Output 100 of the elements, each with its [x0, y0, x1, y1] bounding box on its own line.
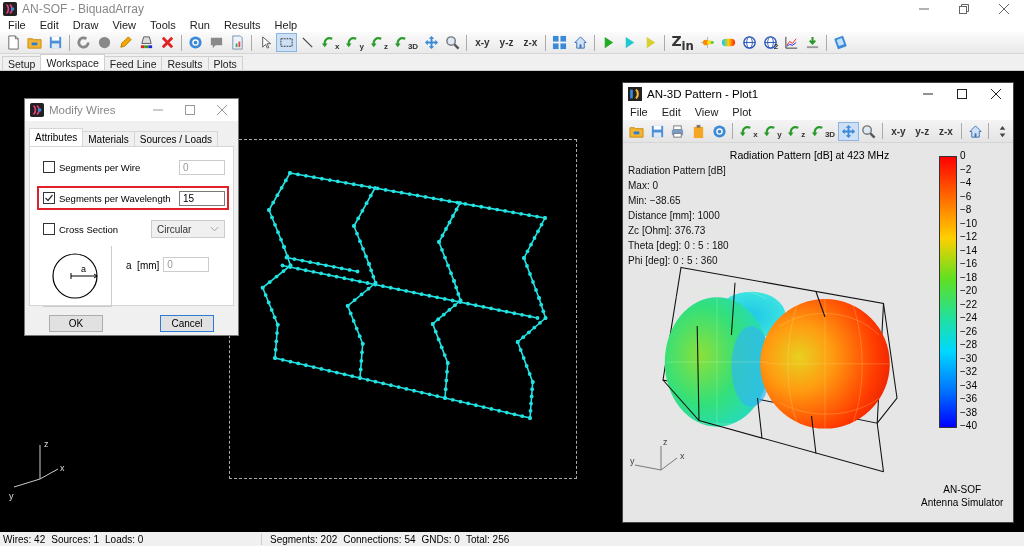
radius-label: a [81, 264, 86, 274]
menu-item[interactable]: Tools [143, 19, 183, 31]
scale-tick-label: −14 [959, 244, 977, 257]
menu-item[interactable]: File [623, 106, 655, 118]
info-text: Min: −38.65 [628, 194, 682, 208]
rotate-button[interactable]: y [760, 121, 785, 141]
window-title: AN-SOF - BiquadArray [22, 2, 145, 16]
chart-title: Radiation Pattern [dB] at 423 MHz [728, 149, 891, 161]
scale-tick-label: −28 [959, 339, 977, 351]
chart-icon [784, 35, 800, 50]
globe-icon [741, 35, 757, 50]
tab[interactable]: Materials [82, 131, 135, 146]
menu-item[interactable]: Help [267, 19, 305, 31]
app-logo-icon [628, 86, 642, 101]
save-icon [649, 123, 665, 139]
app-logo-icon [3, 2, 17, 16]
scale-tick-label: 0 [959, 150, 967, 162]
menu-item[interactable]: Run [182, 19, 217, 31]
checkbox[interactable] [43, 223, 55, 235]
view-button[interactable]: y-z [494, 33, 519, 52]
tab[interactable]: Attributes [29, 128, 84, 146]
tab[interactable]: Workspace [40, 54, 105, 70]
scale-tick-label: −12 [959, 231, 977, 243]
settings-icon [711, 123, 727, 139]
dropdown[interactable]: Circular [151, 220, 225, 238]
scale-tick-label: −36 [959, 393, 977, 405]
info-text: Phi [deg]: 0 : 5 : 360 [628, 254, 719, 268]
tab[interactable]: Setup [2, 56, 42, 70]
scale-tick-label: −2 [959, 163, 973, 176]
status-text: Segments: 202 [270, 533, 338, 545]
view-button[interactable]: z-x [518, 33, 543, 52]
line-icon [300, 35, 315, 50]
rotate-button[interactable]: z [784, 121, 809, 141]
scale-tick-label: −6 [959, 190, 973, 203]
info-text: Distance [mm]: 1000 [628, 209, 721, 223]
magnifier-icon [861, 123, 877, 139]
folder-icon [27, 35, 42, 50]
scale-tick-label: −8 [959, 204, 973, 216]
scale-tick-label: −22 [959, 298, 977, 311]
grid-icon [552, 35, 568, 50]
report-icon [230, 35, 245, 50]
scale-tick-label: −26 [959, 325, 977, 338]
checkbox-label: Segments per Wavelength [59, 192, 172, 204]
tab[interactable]: Plots [207, 56, 243, 70]
maximize-icon [957, 88, 967, 99]
menu-item[interactable]: Draw [65, 19, 106, 31]
selection-rectangle-icon [279, 35, 294, 50]
pencil-icon [118, 35, 133, 50]
rotate-button[interactable]: 3D [390, 33, 422, 52]
menu-item[interactable]: Edit [32, 19, 66, 31]
menu-item[interactable]: File [1, 19, 33, 31]
menu-item[interactable]: Plot [725, 106, 759, 118]
scale-tick-label: −38 [959, 406, 977, 419]
status-text: GNDs: 0 [421, 533, 460, 545]
rotate-button[interactable]: x [736, 121, 761, 141]
info-text: Theta [deg]: 0 : 5 : 180 [628, 239, 730, 253]
home-icon [967, 123, 983, 139]
scale-tick-label: −40 [959, 420, 977, 432]
speech-bubble-icon [209, 35, 224, 50]
scale-tick-label: −24 [959, 312, 977, 324]
scale-tick-label: −4 [959, 177, 973, 189]
view-button[interactable]: x-y [886, 121, 911, 141]
help-book-icon [833, 35, 849, 50]
move-icon [840, 123, 856, 139]
footer-text: Antenna Simulator [921, 497, 1004, 508]
input-field[interactable]: 15 [179, 190, 225, 206]
scale-tick-label: −10 [959, 217, 977, 230]
scale-tick-label: −30 [959, 352, 977, 365]
tab[interactable]: Feed Line [103, 56, 163, 70]
tab[interactable]: Results [161, 56, 209, 70]
axis-label: z [663, 437, 668, 447]
view-button[interactable]: y-z [910, 121, 935, 141]
cancel-button[interactable]: Cancel [160, 315, 214, 332]
restore-icon [959, 4, 969, 14]
menu-item[interactable]: Results [216, 19, 268, 31]
scale-tick-label: −20 [959, 285, 977, 297]
menu-item[interactable]: Edit [654, 106, 688, 118]
status-text: Wires: 42 [3, 533, 46, 545]
rotate-button[interactable]: 3D [808, 121, 838, 141]
menu-item[interactable]: View [687, 106, 726, 118]
view-button[interactable]: x-y [470, 33, 495, 52]
rotate-button[interactable]: x [318, 33, 343, 52]
axis-label: y [9, 491, 14, 501]
rotate-button[interactable]: z [366, 33, 391, 52]
menu-item[interactable]: View [105, 19, 144, 31]
axis-label: z [44, 439, 49, 449]
ok-button[interactable]: OK [49, 315, 103, 332]
rotate-button[interactable]: y [342, 33, 367, 52]
globe-button[interactable]: 2 [759, 33, 782, 52]
axis-label: x [60, 463, 65, 473]
checkbox-label: Cross Section [59, 223, 120, 235]
pan-button[interactable] [837, 121, 859, 141]
impedance-button[interactable]: Z$_{in}$ [668, 33, 697, 52]
tab[interactable]: Sources / Loads [133, 131, 219, 146]
window-title: AN-3D Pattern - Plot1 [647, 87, 759, 100]
checkbox[interactable] [43, 161, 55, 173]
checkbox[interactable] [43, 192, 55, 204]
field-icon [699, 35, 715, 50]
chevron-icon [210, 226, 219, 232]
view-button[interactable]: z-x [934, 121, 958, 141]
